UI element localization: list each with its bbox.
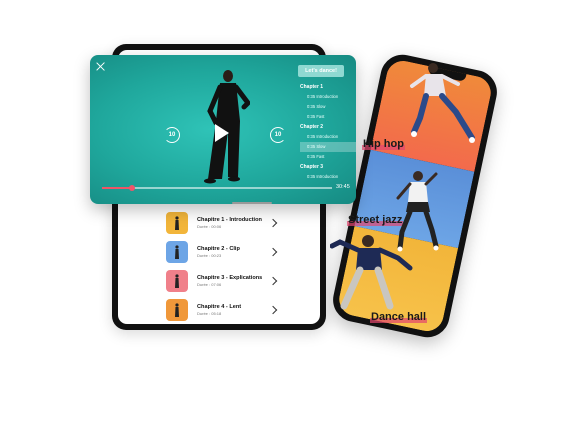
chevron-right-icon[interactable]	[268, 218, 278, 228]
chapter-thumbnail	[166, 241, 188, 263]
chapter-heading[interactable]: Chapter 1	[300, 82, 356, 92]
chevron-right-icon[interactable]	[268, 247, 278, 257]
video-player[interactable]: 10 10 Let's dance! Chapter 1 0:35 Introd…	[90, 55, 356, 204]
dance-hall-dancer-image	[330, 235, 413, 310]
dancer-icon	[175, 274, 179, 288]
chapter-duration: Durée : 05:18	[197, 310, 222, 316]
chapter-heading[interactable]: Chapter 3	[300, 162, 356, 172]
chapter-duration: Durée : 07:06	[197, 281, 222, 287]
dancer-icon	[175, 216, 179, 230]
chapter-thumbnail	[166, 212, 188, 234]
dancer-icon	[175, 245, 179, 259]
chevron-right-icon[interactable]	[268, 276, 278, 286]
chapter-title: Chapitre 3 - Explications	[197, 274, 263, 281]
skip-forward-button[interactable]: 10	[270, 127, 286, 143]
lets-dance-button[interactable]: Let's dance!	[298, 65, 344, 77]
chapter-title: Chapitre 4 - Lent	[197, 303, 242, 310]
dance-hall-label[interactable]: Dance hall	[370, 311, 428, 323]
hip-hop-label[interactable]: Hip hop	[362, 138, 405, 150]
chapter-duration: Durée : 00:23	[197, 252, 222, 258]
list-item[interactable]: Chapitre 3 - Explications Durée : 07:06	[166, 269, 286, 293]
skip-back-button[interactable]: 10	[164, 127, 180, 143]
chapter-list: Chapitre 1 - Introduction Durée : 00:06 …	[166, 211, 286, 327]
chapter-heading[interactable]: Chapter 2	[300, 122, 356, 132]
progress-bar[interactable]	[102, 184, 332, 191]
close-icon[interactable]	[96, 62, 105, 71]
chapter-title: Chapitre 2 - Clip	[197, 245, 240, 252]
chapter-menu-item[interactable]: 0:35 Fast	[300, 112, 356, 122]
chapter-menu-item[interactable]: 0:35 Fast	[300, 152, 356, 162]
chevron-right-icon[interactable]	[268, 305, 278, 315]
progress-handle[interactable]	[128, 184, 135, 191]
chapter-duration: Durée : 00:06	[197, 223, 222, 229]
chapter-thumbnail	[166, 270, 188, 292]
hip-hop-dancer-image	[410, 63, 475, 143]
progress-fill	[102, 187, 132, 189]
home-indicator	[232, 202, 272, 204]
chapters-menu: Chapter 1 0:35 Introduction 0:35 Slow 0:…	[300, 82, 356, 182]
chapter-menu-item[interactable]: 0:35 Introduction	[300, 172, 356, 182]
play-icon[interactable]	[215, 124, 229, 142]
dancer-icon	[175, 303, 179, 317]
chapter-menu-item[interactable]: 0:35 Introduction	[300, 132, 356, 142]
chapter-title: Chapitre 1 - Introduction	[197, 216, 262, 223]
list-item[interactable]: Chapitre 4 - Lent Durée : 05:18	[166, 298, 286, 322]
chapter-thumbnail	[166, 299, 188, 321]
list-item[interactable]: Chapitre 1 - Introduction Durée : 00:06	[166, 211, 286, 235]
chapter-menu-item[interactable]: 0:35 Introduction	[300, 92, 356, 102]
chapter-menu-item[interactable]: 0:35 Slow	[300, 102, 356, 112]
chapter-menu-item-active[interactable]: 0:35 Slow	[300, 142, 356, 152]
duration-label: 30:45	[336, 184, 350, 190]
list-item[interactable]: Chapitre 2 - Clip Durée : 00:23	[166, 240, 286, 264]
